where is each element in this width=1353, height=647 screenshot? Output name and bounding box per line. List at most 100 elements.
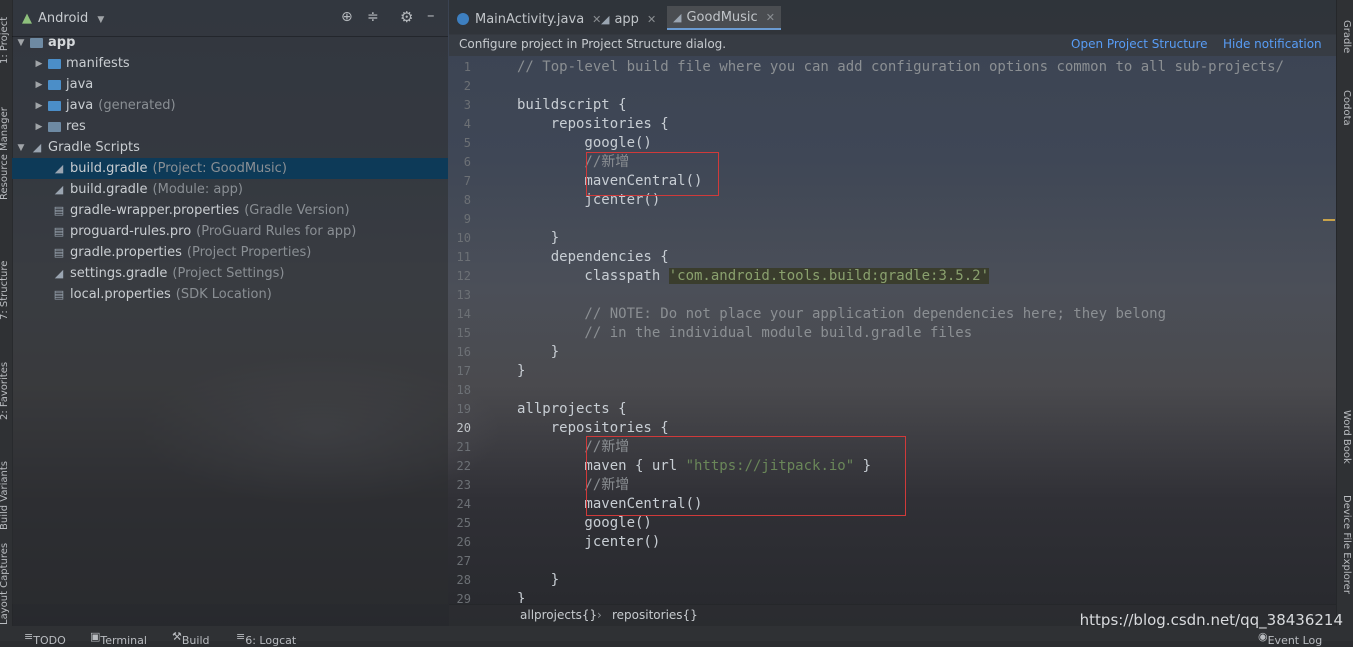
logcat-tool-button[interactable]: ≡ 6: Logcat (236, 630, 296, 647)
tree-item-label: Gradle Scripts (48, 140, 140, 155)
tool-tab-device-file-explorer[interactable]: Device File Explorer (1338, 495, 1352, 625)
module-folder-icon (30, 37, 43, 48)
code-line: repositories { (517, 116, 669, 132)
expand-arrow-icon[interactable]: ▶ (34, 80, 44, 90)
gear-icon[interactable]: ⚙ (400, 8, 413, 26)
scroll-marker (1323, 219, 1335, 221)
watermark-text: https://blog.csdn.net/qq_38436214 (1079, 611, 1343, 629)
locate-icon[interactable]: ⊕ (341, 9, 353, 25)
line-number: 21 (456, 440, 471, 454)
hide-notification-link[interactable]: Hide notification (1223, 37, 1322, 51)
tool-tab-codota[interactable]: Codota (1338, 90, 1352, 150)
tree-item-settings-gradle[interactable]: ◢ settings.gradle (Project Settings) (12, 263, 448, 284)
tree-item-build-gradle-project[interactable]: ◢ build.gradle (Project: GoodMusic) (12, 158, 448, 179)
expand-arrow-icon[interactable]: ▼ (16, 38, 26, 48)
tree-item-java[interactable]: ▶ java (12, 74, 448, 95)
tree-item-gradle-scripts[interactable]: ▼ ◢ Gradle Scripts (12, 137, 448, 158)
close-icon[interactable]: ✕ (766, 11, 775, 24)
android-icon: ▲ (22, 10, 32, 26)
tab-mainactivity-java[interactable]: MainActivity.java ✕ (457, 6, 601, 32)
breadcrumb-item[interactable]: repositories{} (612, 608, 698, 622)
line-number: 13 (456, 288, 471, 302)
expand-arrow-icon[interactable]: ▼ (16, 143, 26, 153)
view-mode-dropdown[interactable]: Android ▼ (38, 11, 104, 26)
code-line: } (517, 572, 560, 588)
expand-arrow-icon[interactable]: ▶ (34, 101, 44, 111)
close-icon[interactable]: ✕ (647, 13, 656, 26)
tree-item-hint: (SDK Location) (175, 287, 272, 302)
tool-tab-word-book[interactable]: Word Book (1338, 410, 1352, 480)
gradle-icon: ◢ (673, 10, 682, 24)
expand-arrow-icon[interactable]: ▶ (34, 59, 44, 69)
tree-item-java-generated[interactable]: ▶ java (generated) (12, 95, 448, 116)
code-line: google() (517, 135, 652, 151)
collapse-all-icon[interactable]: ≑ (367, 9, 379, 25)
line-number: 1 (463, 60, 471, 74)
line-number: 7 (463, 174, 471, 188)
tree-item-hint: (generated) (98, 98, 176, 113)
build-tool-button[interactable]: ⚒ Build (172, 630, 210, 647)
line-number: 18 (456, 383, 471, 397)
code-line: // in the individual module build.gradle… (517, 325, 973, 341)
string-literal: 'com.android.tools.build:gradle:3.5.2' (668, 268, 990, 284)
minimize-icon[interactable]: – (427, 6, 435, 24)
line-number: 24 (456, 497, 471, 511)
tree-item-label: app (48, 35, 76, 50)
line-number: 23 (456, 478, 471, 492)
line-number: 4 (463, 117, 471, 131)
tab-goodmusic[interactable]: ◢ GoodMusic ✕ (667, 6, 781, 30)
code-line: allprojects { (517, 401, 627, 417)
open-project-structure-link[interactable]: Open Project Structure (1071, 37, 1208, 51)
gradle-icon: ◢ (54, 162, 64, 175)
tree-item-manifests[interactable]: ▶ manifests (12, 53, 448, 74)
gradle-icon: ◢ (54, 267, 64, 280)
tab-label: app (614, 11, 639, 27)
todo-tool-button[interactable]: ≡ TODO (24, 630, 66, 647)
tab-app[interactable]: ◢ app ✕ (601, 6, 656, 32)
code-line: jcenter() (517, 534, 661, 550)
tree-item-gradle-properties[interactable]: ▤ gradle.properties (Project Properties) (12, 242, 448, 263)
chevron-down-icon: ▼ (97, 14, 105, 25)
tree-item-app[interactable]: ▼ app (12, 32, 448, 53)
line-number: 8 (463, 193, 471, 207)
line-number: 3 (463, 98, 471, 112)
close-icon[interactable]: ✕ (592, 13, 601, 26)
tree-item-label: local.properties (70, 287, 171, 302)
tree-item-res[interactable]: ▶ res (12, 116, 448, 137)
code-line: } (517, 363, 526, 379)
code-line: // NOTE: Do not place your application d… (517, 306, 1167, 322)
tree-item-hint: (Project Settings) (172, 266, 285, 281)
right-tool-window-bar: Gradle Codota Word Book Device File Expl… (1336, 0, 1353, 641)
view-mode-label: Android (38, 10, 89, 26)
tree-item-label: gradle-wrapper.properties (70, 203, 240, 218)
properties-file-icon: ▤ (53, 288, 65, 301)
line-number: 17 (456, 364, 471, 378)
code-line: buildscript { (517, 97, 627, 113)
tree-item-gradle-wrapper-properties[interactable]: ▤ gradle-wrapper.properties (Gradle Vers… (12, 200, 448, 221)
breadcrumb-item[interactable]: allprojects{} (520, 608, 597, 622)
line-number: 10 (456, 231, 471, 245)
tree-item-build-gradle-module[interactable]: ◢ build.gradle (Module: app) (12, 179, 448, 200)
tree-item-label: gradle.properties (70, 245, 182, 260)
tree-item-proguard-rules[interactable]: ▤ proguard-rules.pro (ProGuard Rules for… (12, 221, 448, 242)
tree-item-hint: (Project: GoodMusic) (152, 161, 287, 176)
line-number: 5 (463, 136, 471, 150)
line-number: 16 (456, 345, 471, 359)
tool-tab-gradle[interactable]: Gradle (1338, 20, 1352, 70)
folder-icon (48, 121, 61, 132)
tree-item-hint: (Module: app) (152, 182, 243, 197)
gradle-icon: ◢ (601, 12, 610, 26)
folder-icon (48, 100, 61, 111)
line-number: 28 (456, 573, 471, 587)
event-log-button[interactable]: ◉ Event Log (1258, 630, 1322, 647)
notification-message: Configure project in Project Structure d… (459, 37, 727, 51)
line-number: 25 (456, 516, 471, 530)
terminal-tool-button[interactable]: ▣ Terminal (90, 630, 147, 647)
code-editor[interactable]: // Top-level build file where you can ad… (517, 58, 1329, 603)
gradle-icon: ◢ (54, 183, 64, 196)
highlight-box (586, 152, 719, 196)
tree-item-label: java (66, 98, 94, 113)
expand-arrow-icon[interactable]: ▶ (34, 122, 44, 132)
tree-item-local-properties[interactable]: ▤ local.properties (SDK Location) (12, 284, 448, 305)
tree-item-hint: (Project Properties) (186, 245, 312, 260)
